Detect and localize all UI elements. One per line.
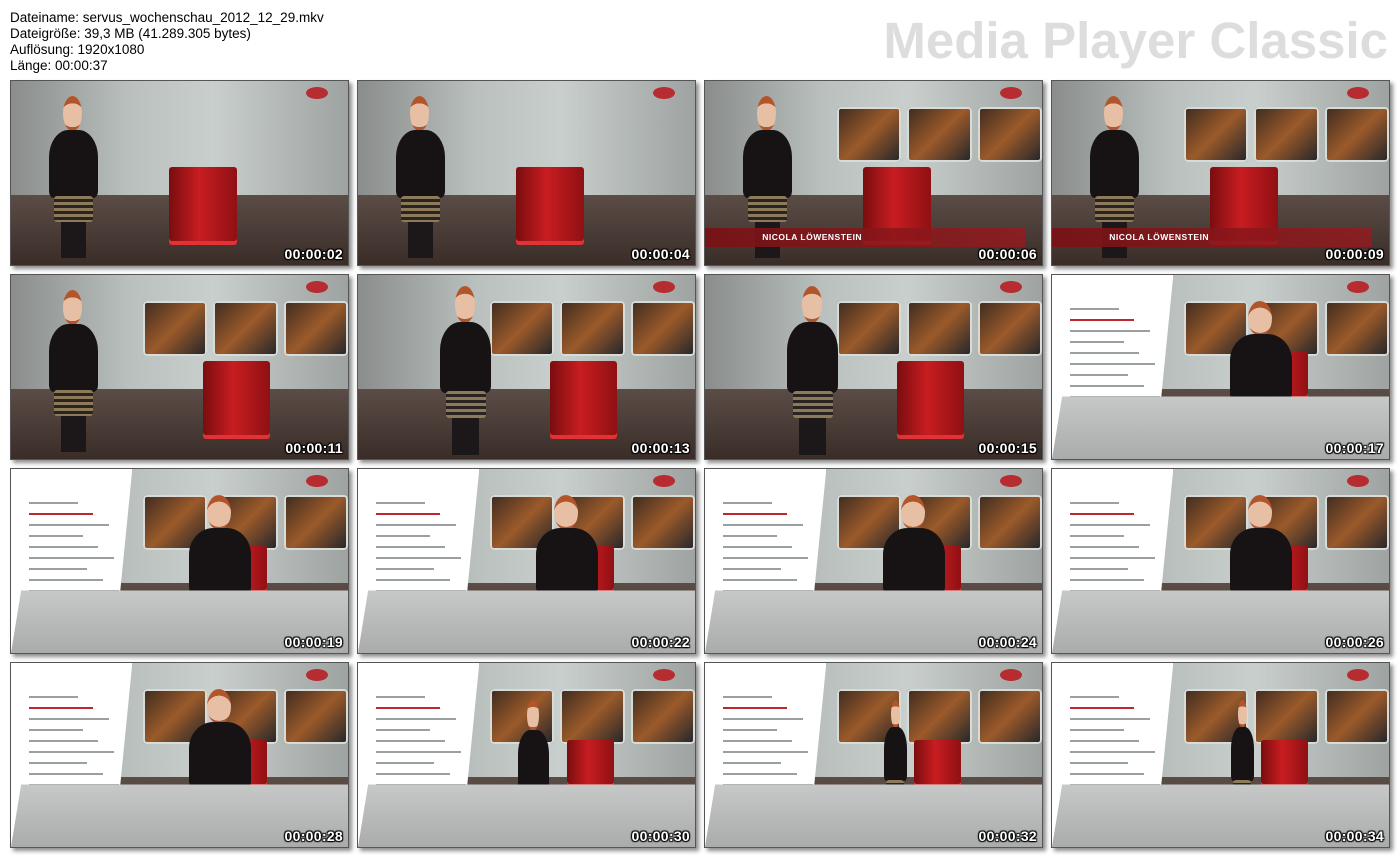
video-thumbnail[interactable]: 00:00:34 [1051,662,1390,848]
video-thumbnail[interactable]: 00:00:26 [1051,468,1390,654]
presenter-figure [41,289,105,452]
thumbnail-grid: 00:00:02 00:00:04 NICOLA LÖWENSTEIN 00:00:0… [10,80,1390,848]
thumbnail-timestamp: 00:00:06 [978,246,1037,262]
thumbnail-timestamp: 00:00:26 [1325,634,1384,650]
file-info-header: Dateiname: servus_wochenschau_2012_12_29… [10,10,324,74]
name-caption: NICOLA LÖWENSTEIN [1052,228,1373,247]
video-thumbnail[interactable]: 00:00:13 [357,274,696,460]
video-thumbnail[interactable]: 00:00:32 [704,662,1043,848]
thumbnail-timestamp: 00:00:15 [978,440,1037,456]
filename-line: Dateiname: servus_wochenschau_2012_12_29… [10,10,324,25]
video-thumbnail[interactable]: 00:00:28 [10,662,349,848]
presenter-figure [779,286,846,456]
thumbnail-timestamp: 00:00:28 [284,828,343,844]
thumbnail-timestamp: 00:00:04 [631,246,690,262]
video-thumbnail[interactable]: 00:00:22 [357,468,696,654]
video-thumbnail[interactable]: 00:00:04 [357,80,696,266]
video-thumbnail[interactable]: 00:00:11 [10,274,349,460]
video-thumbnail[interactable]: 00:00:02 [10,80,349,266]
thumbnail-timestamp: 00:00:02 [284,246,343,262]
presenter-figure [388,95,452,258]
resolution-line: Auflösung: 1920x1080 [10,42,145,57]
length-line: Länge: 00:00:37 [10,58,108,73]
thumbnail-timestamp: 00:00:09 [1325,246,1384,262]
thumbnail-timestamp: 00:00:11 [285,440,343,456]
video-thumbnail[interactable]: 00:00:15 [704,274,1043,460]
video-thumbnail[interactable]: NICOLA LÖWENSTEIN 00:00:06 [704,80,1043,266]
thumbnail-timestamp: 00:00:24 [978,634,1037,650]
video-thumbnail[interactable]: 00:00:17 [1051,274,1390,460]
filesize-line: Dateigröße: 39,3 MB (41.289.305 bytes) [10,26,251,41]
video-thumbnail[interactable]: 00:00:19 [10,468,349,654]
thumbnail-timestamp: 00:00:32 [978,828,1037,844]
thumbnail-timestamp: 00:00:22 [631,634,690,650]
name-caption: NICOLA LÖWENSTEIN [705,228,1026,247]
video-thumbnail[interactable]: 00:00:24 [704,468,1043,654]
presenter-figure [41,95,105,258]
thumbnail-timestamp: 00:00:30 [631,828,690,844]
video-thumbnail[interactable]: 00:00:30 [357,662,696,848]
app-logo-text: Media Player Classic [883,12,1388,69]
thumbnail-timestamp: 00:00:34 [1325,828,1384,844]
presenter-figure [432,286,499,456]
video-thumbnail[interactable]: NICOLA LÖWENSTEIN 00:00:09 [1051,80,1390,266]
thumbnail-timestamp: 00:00:17 [1325,440,1384,456]
thumbnail-timestamp: 00:00:19 [284,634,343,650]
thumbnail-timestamp: 00:00:13 [631,440,690,456]
